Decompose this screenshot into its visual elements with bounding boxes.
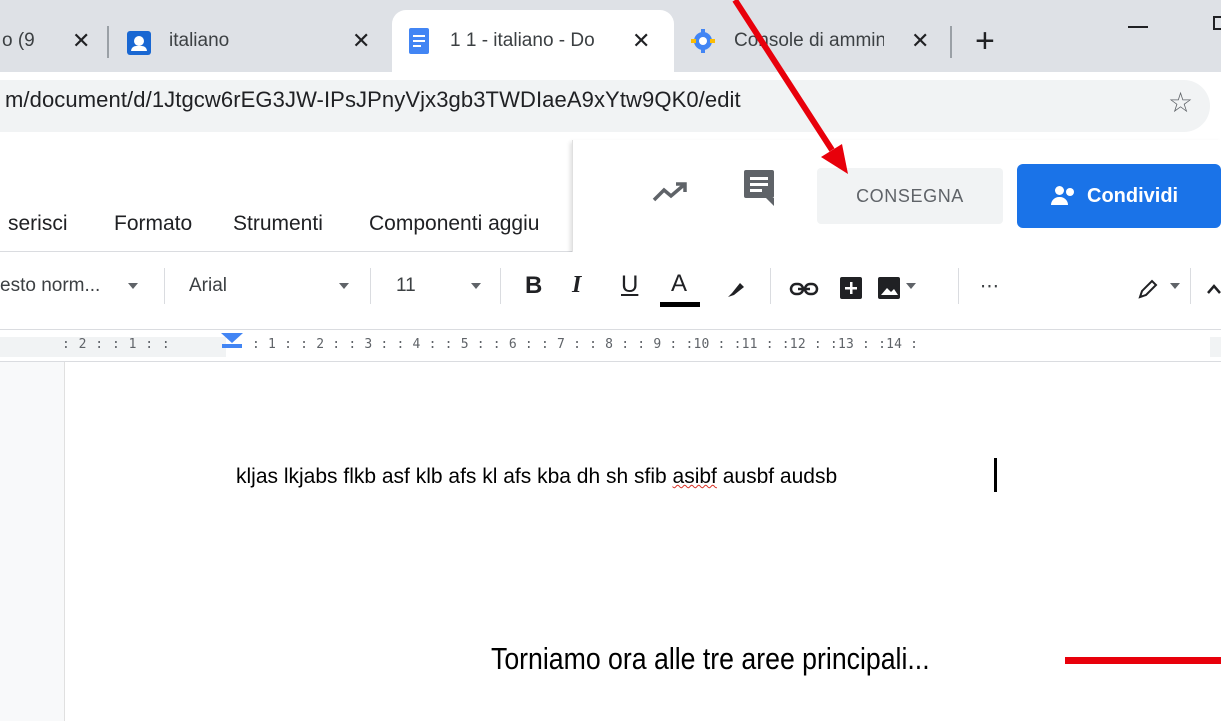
- toolbar-divider: [958, 268, 959, 304]
- chevron-down-icon[interactable]: [471, 283, 481, 289]
- editing-mode-pencil-icon[interactable]: [1137, 278, 1159, 300]
- body-text-segment: ausbf audsb: [716, 465, 838, 488]
- chevron-down-icon[interactable]: [339, 283, 349, 289]
- consegna-button[interactable]: CONSEGNA: [817, 168, 1003, 224]
- admin-console-icon: [691, 29, 715, 53]
- new-tab-button[interactable]: +: [975, 22, 995, 61]
- toolbar-divider: [1190, 268, 1191, 304]
- highlighter-icon[interactable]: [724, 277, 748, 301]
- share-label: Condividi: [1087, 184, 1179, 207]
- docs-icon: [409, 28, 429, 54]
- close-icon[interactable]: ✕: [911, 28, 929, 54]
- text-color-swatch: [660, 302, 700, 307]
- menu-formato[interactable]: Formato: [114, 212, 192, 236]
- paragraph-style-select[interactable]: esto norm...: [0, 275, 100, 297]
- body-text-segment: kljas lkjabs flkb asf klb afs kl afs kba…: [236, 465, 673, 488]
- formatting-toolbar: [0, 252, 1221, 330]
- document-body-text[interactable]: kljas lkjabs flkb asf klb afs kl afs kba…: [236, 465, 837, 489]
- insert-image-icon[interactable]: [878, 277, 900, 299]
- comment-icon[interactable]: [744, 170, 774, 206]
- close-icon[interactable]: ✕: [632, 28, 650, 54]
- tab-docs-italiano[interactable]: 1 1 - italiano - Do ✕: [392, 10, 674, 72]
- tab-italiano[interactable]: italiano ✕: [112, 10, 390, 72]
- tab-title: 1 1 - italiano - Do: [450, 30, 595, 51]
- toolbar-divider: [770, 268, 771, 304]
- url-text[interactable]: m/document/d/1Jtgcw6rEG3JW-IPsJPnyVjx3gb…: [5, 87, 741, 113]
- font-size-select[interactable]: 11: [396, 275, 416, 297]
- maximize-icon[interactable]: [1213, 16, 1221, 30]
- toolbar-divider: [370, 268, 371, 304]
- insert-comment-icon[interactable]: [840, 277, 862, 299]
- ruler-ticks-right: : 1 : : 2 : : 3 : : 4 : : 5 : : 6 : : 7 …: [252, 337, 919, 352]
- more-options-button[interactable]: ⋯: [980, 275, 999, 298]
- chevron-down-icon[interactable]: [1170, 283, 1180, 289]
- toolbar-divider: [500, 268, 501, 304]
- text-cursor: [994, 458, 997, 492]
- minimize-icon[interactable]: [1128, 26, 1148, 28]
- font-family-select[interactable]: Arial: [189, 275, 227, 297]
- tab-divider: [107, 26, 109, 58]
- italic-button[interactable]: I: [572, 272, 581, 299]
- chevron-down-icon[interactable]: [128, 283, 138, 289]
- people-icon: [1051, 186, 1077, 206]
- tab-divider: [950, 26, 952, 58]
- tab-title: Console di ammin: [734, 30, 884, 51]
- chevron-up-icon[interactable]: [1206, 283, 1221, 295]
- misspelled-word[interactable]: asibf: [673, 465, 717, 488]
- chevron-down-icon[interactable]: [906, 283, 916, 289]
- tab-title: o (9: [2, 30, 35, 51]
- toolbar-divider: [164, 268, 165, 304]
- tab-console-admin[interactable]: Console di ammin ✕: [676, 10, 944, 72]
- close-icon[interactable]: ✕: [72, 28, 90, 54]
- text-color-button[interactable]: A: [671, 270, 687, 298]
- tab-email[interactable]: o (9 ✕: [0, 10, 110, 72]
- menu-inserisci[interactable]: serisci: [8, 212, 68, 236]
- star-icon[interactable]: ☆: [1168, 86, 1193, 119]
- annotation-underline-line: [1065, 657, 1221, 664]
- link-icon[interactable]: [789, 281, 819, 297]
- menu-strumenti[interactable]: Strumenti: [233, 212, 323, 236]
- tab-title: italiano: [169, 30, 230, 51]
- classroom-icon: [127, 31, 151, 55]
- bold-button[interactable]: B: [525, 272, 542, 300]
- share-button[interactable]: Condividi: [1017, 164, 1221, 228]
- ruler-right-margin: [1210, 337, 1221, 357]
- indent-marker[interactable]: [221, 333, 243, 343]
- first-line-indent-marker[interactable]: [222, 344, 242, 348]
- underline-button[interactable]: U: [621, 271, 638, 299]
- ruler-ticks-left: : 2 : : 1 : :: [62, 337, 171, 352]
- menu-componenti-aggiuntivi[interactable]: Componenti aggiu: [369, 212, 572, 236]
- close-icon[interactable]: ✕: [352, 28, 370, 54]
- activity-trend-icon[interactable]: [652, 180, 688, 204]
- annotation-caption: Torniamo ora alle tre aree principali...: [491, 641, 930, 676]
